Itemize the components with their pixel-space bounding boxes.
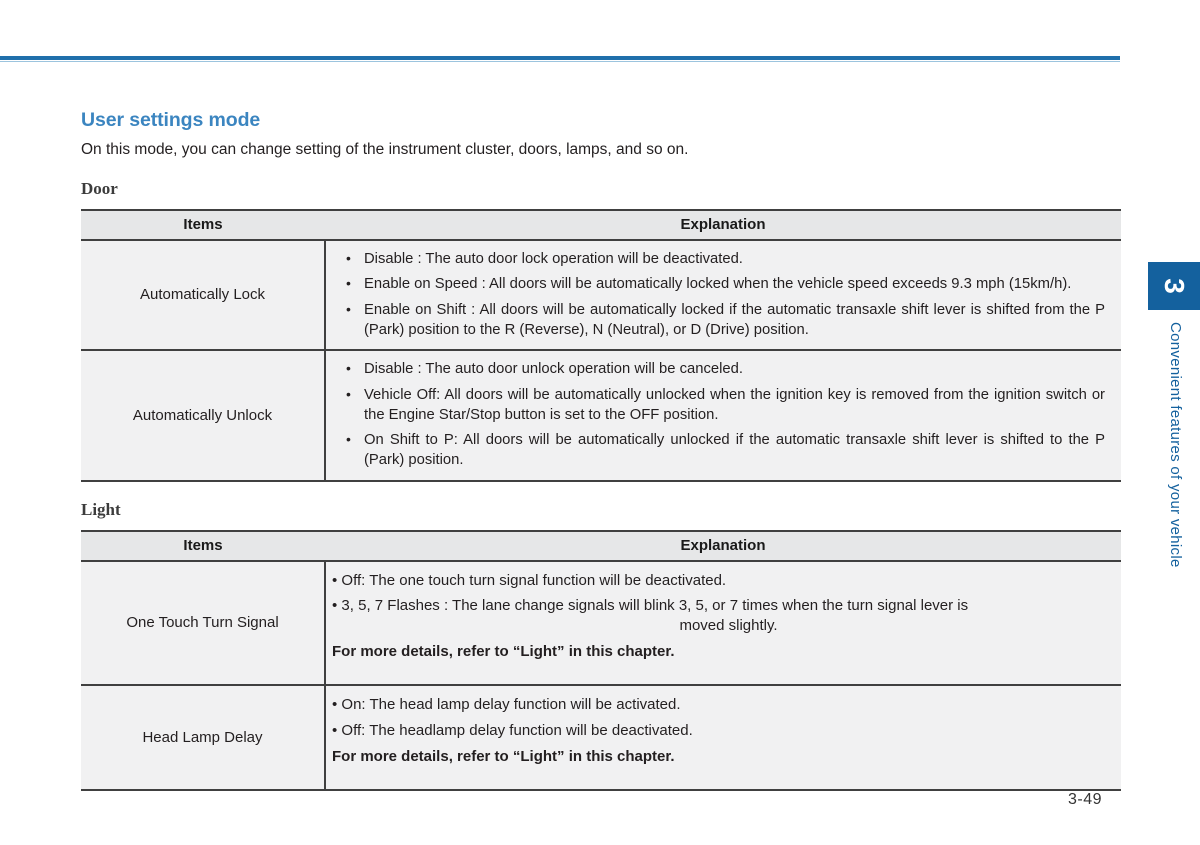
list-item: • On: The head lamp delay function will … xyxy=(332,696,681,714)
setting-item-name: Head Lamp Delay xyxy=(81,685,326,791)
table-header-row: Items Explanation xyxy=(81,529,1121,562)
page-title: User settings mode xyxy=(81,109,261,131)
section-intro-text: On this mode, you can change setting of … xyxy=(81,141,689,159)
door-settings-table: Items Explanation Automatically Lock Dis… xyxy=(81,208,1121,482)
list-item: Enable on Shift : All doors will be auto… xyxy=(344,300,1105,340)
column-header-explanation: Explanation xyxy=(325,208,1121,241)
list-item-text: • 3, 5, 7 Flashes : The lane change sign… xyxy=(332,596,969,614)
chapter-tab-badge: 3 xyxy=(1148,262,1200,310)
column-header-explanation: Explanation xyxy=(325,529,1121,562)
setting-item-name: One Touch Turn Signal xyxy=(81,560,326,687)
explanation-bullet-list: Disable : The auto door unlock operation… xyxy=(326,359,1113,470)
table-row: Automatically Lock Disable : The auto do… xyxy=(81,239,1121,352)
setting-explanation: • Off: The one touch turn signal functio… xyxy=(325,560,1121,687)
chapter-tab-label: Convenient features of your vehicle xyxy=(1152,322,1196,652)
list-item: Disable : The auto door lock operation w… xyxy=(344,249,1105,270)
setting-item-name: Automatically Unlock xyxy=(81,350,326,482)
list-item-continuation: moved slightly. xyxy=(679,617,778,635)
list-item: Disable : The auto door unlock operation… xyxy=(344,359,1105,380)
table-row: Head Lamp Delay • On: The head lamp dela… xyxy=(81,685,1121,791)
list-item: • Off: The one touch turn signal functio… xyxy=(332,571,727,589)
column-header-items: Items xyxy=(81,208,325,241)
table-row: Automatically Unlock Disable : The auto … xyxy=(81,350,1121,482)
chapter-number: 3 xyxy=(1159,278,1190,294)
column-header-items: Items xyxy=(81,529,325,562)
reference-note: For more details, refer to “Light” in th… xyxy=(332,643,675,661)
light-settings-table: Items Explanation One Touch Turn Signal … xyxy=(81,529,1121,791)
table-row: One Touch Turn Signal • Off: The one tou… xyxy=(81,560,1121,687)
header-rule xyxy=(0,56,1120,60)
setting-explanation: Disable : The auto door lock operation w… xyxy=(325,239,1121,352)
table-caption-light: Light xyxy=(81,499,121,519)
setting-item-name: Automatically Lock xyxy=(81,239,326,352)
list-item: • 3, 5, 7 Flashes : The lane change sign… xyxy=(332,596,1105,637)
header-rule-thin xyxy=(0,61,1120,62)
explanation-line-list: • On: The head lamp delay function will … xyxy=(326,695,1113,765)
table-caption-door: Door xyxy=(81,178,118,198)
explanation-bullet-list: Disable : The auto door lock operation w… xyxy=(326,249,1113,341)
list-item: Enable on Speed : All doors will be auto… xyxy=(344,274,1105,295)
list-item: • Off: The headlamp delay function will … xyxy=(332,721,693,739)
list-item: Vehicle Off: All doors will be automatic… xyxy=(344,385,1105,425)
chapter-tab-label-text: Convenient features of your vehicle xyxy=(1167,322,1184,568)
list-item: On Shift to P: All doors will be automat… xyxy=(344,430,1105,470)
reference-note: For more details, refer to “Light” in th… xyxy=(332,747,675,765)
setting-explanation: Disable : The auto door unlock operation… xyxy=(325,350,1121,482)
page-content: User settings mode On this mode, you can… xyxy=(81,108,1121,791)
page-number: 3-49 xyxy=(1067,791,1103,808)
table-header-row: Items Explanation xyxy=(81,208,1121,241)
explanation-line-list: • Off: The one touch turn signal functio… xyxy=(326,571,1113,661)
setting-explanation: • On: The head lamp delay function will … xyxy=(325,685,1121,791)
